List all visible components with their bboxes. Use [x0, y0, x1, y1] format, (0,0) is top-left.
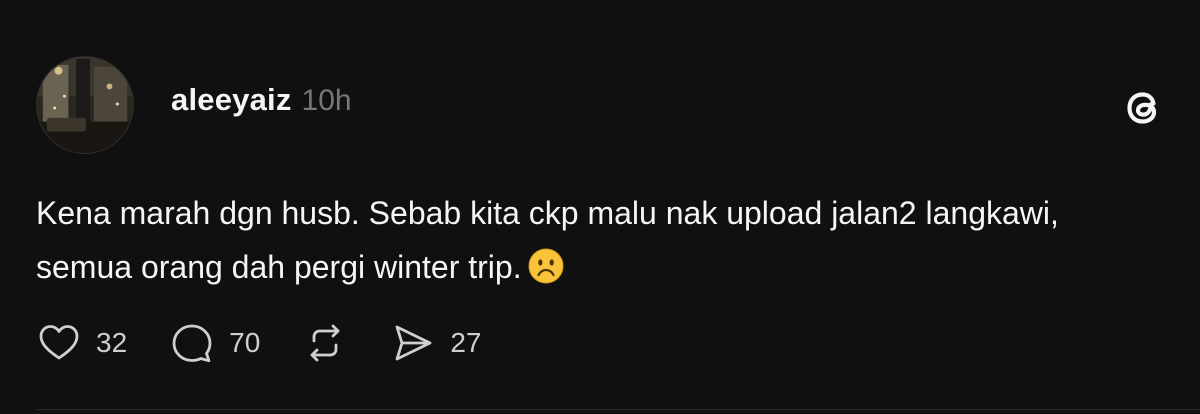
share-count: 27	[450, 327, 482, 358]
avatar[interactable]	[36, 56, 134, 154]
avatar-photo	[37, 57, 133, 153]
post-divider	[36, 409, 1200, 410]
threads-logo-icon[interactable]	[1119, 84, 1167, 132]
like-count: 32	[96, 327, 128, 358]
heart-icon	[39, 325, 79, 360]
repost-icon	[310, 324, 340, 362]
action-bar: 32 70 27	[36, 318, 523, 368]
comment-icon	[172, 324, 212, 363]
frowning-face-icon	[528, 248, 564, 284]
share-button[interactable]: 27	[390, 320, 481, 366]
post-header: aleeyaiz 10h	[171, 82, 352, 126]
username[interactable]: aleeyaiz	[171, 82, 292, 118]
send-icon	[395, 325, 432, 361]
post-text: Kena marah dgn husb. Sebab kita ckp malu…	[36, 186, 1076, 294]
reply-button[interactable]: 70	[169, 320, 260, 366]
timestamp: 10h	[301, 84, 352, 117]
like-button[interactable]: 32	[36, 320, 127, 366]
repost-button[interactable]	[302, 320, 348, 366]
reply-count: 70	[229, 327, 261, 358]
threads-post: aleeyaiz 10h Kena marah dgn husb. Sebab …	[0, 0, 1200, 414]
